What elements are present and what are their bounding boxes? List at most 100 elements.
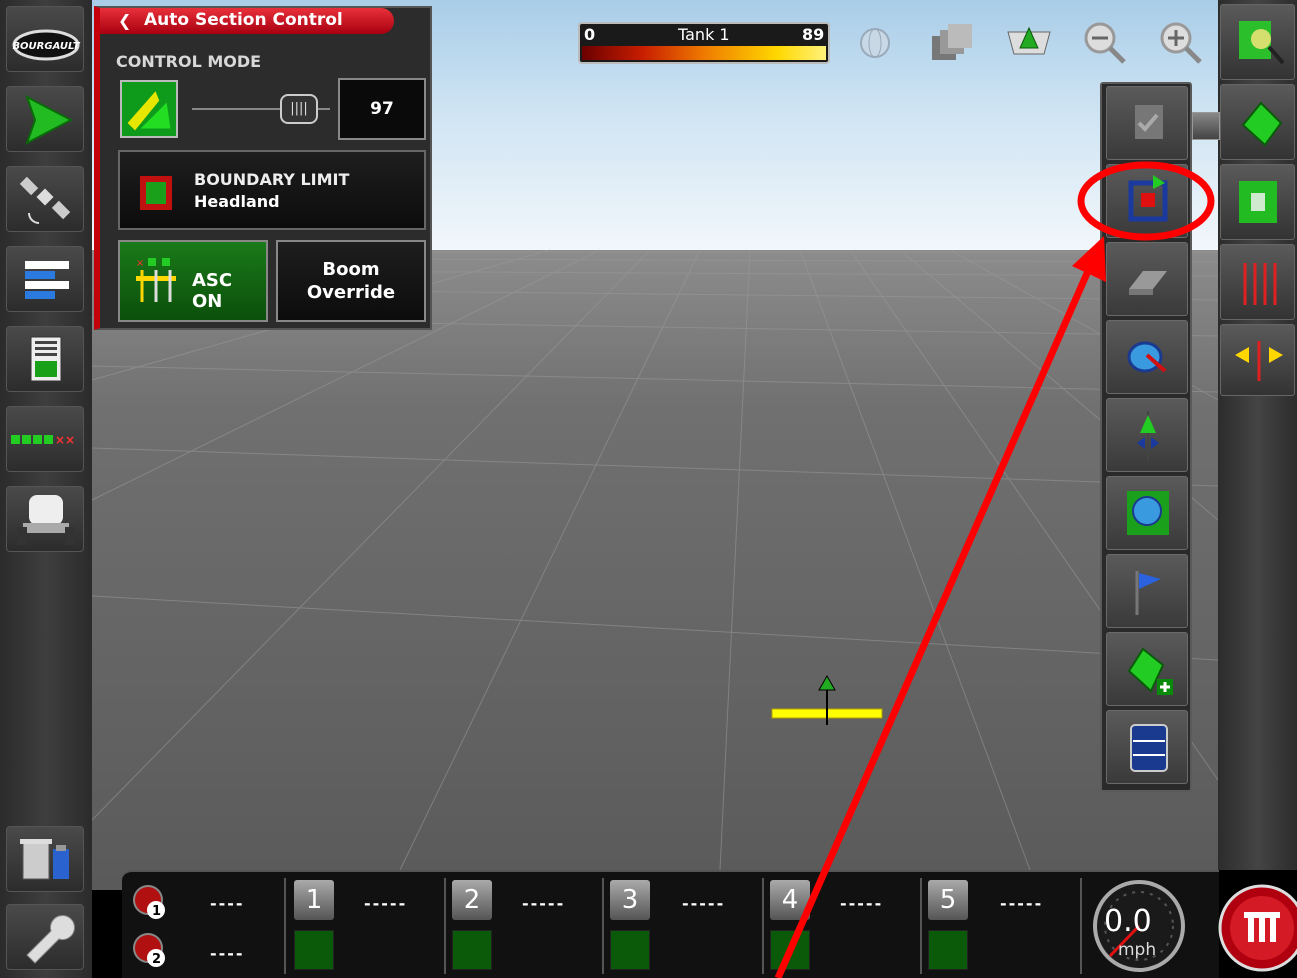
coverage-icon xyxy=(1127,491,1169,535)
scroll-menu-icon xyxy=(1130,724,1168,772)
product-5-rate: ----- xyxy=(1000,894,1044,913)
guideline-marker-button[interactable] xyxy=(1106,398,1188,472)
section-divider xyxy=(602,878,604,974)
svg-text:BOURGAULT: BOURGAULT xyxy=(12,41,80,52)
tank-max: 89 xyxy=(802,25,825,44)
task-report-icon xyxy=(30,336,62,382)
product-4-tag[interactable]: 4 xyxy=(770,880,810,920)
product-5-tag[interactable]: 5 xyxy=(928,880,968,920)
product-2-rate: ----- xyxy=(522,894,566,913)
product-4-section-indicator xyxy=(770,930,810,970)
section-status-icon: ×× xyxy=(11,433,75,447)
erase-button[interactable] xyxy=(1106,242,1188,316)
headland-icon xyxy=(1239,181,1277,223)
guideline-marker-icon xyxy=(1137,411,1159,461)
guidance-icon xyxy=(25,94,74,146)
apply-confirm-icon xyxy=(1135,105,1163,139)
product-2-tag[interactable]: 2 xyxy=(452,880,492,920)
field-boundary-icon xyxy=(1241,101,1283,147)
section-divider xyxy=(284,878,286,974)
boundary-record-button[interactable] xyxy=(1106,164,1188,238)
submenu-connector xyxy=(1192,112,1220,140)
section-config-button[interactable] xyxy=(6,246,84,312)
master-switch-button[interactable] xyxy=(1218,878,1297,978)
control-mode-label: CONTROL MODE xyxy=(116,52,262,71)
gnss-button[interactable] xyxy=(6,166,84,232)
zoom-in-button[interactable] xyxy=(1152,14,1210,72)
headland-button[interactable] xyxy=(1220,164,1295,240)
layers-icon xyxy=(932,24,972,60)
product-1-tag[interactable]: 1 xyxy=(294,880,334,920)
section-config-icon xyxy=(25,261,69,299)
product-3-tag[interactable]: 3 xyxy=(610,880,650,920)
coverage-button[interactable] xyxy=(1106,476,1188,550)
delete-data-button[interactable] xyxy=(6,826,84,892)
control-mode-value[interactable]: 97 xyxy=(338,78,426,140)
asc-on-button[interactable]: × ASC ON xyxy=(118,240,268,322)
field-explorer-button[interactable] xyxy=(1220,4,1295,80)
add-field-icon xyxy=(1127,647,1173,695)
channel-1-icon[interactable]: 1 xyxy=(130,882,170,922)
view-3d-button[interactable] xyxy=(1000,14,1058,72)
speed-value: 0.0 xyxy=(1104,904,1152,939)
gnss-satellite-icon xyxy=(19,176,71,224)
boundary-limit-title: BOUNDARY LIMIT xyxy=(194,170,350,189)
layers-button[interactable] xyxy=(922,14,980,72)
view-3d-icon xyxy=(1007,26,1051,55)
product-5-section-indicator xyxy=(928,930,968,970)
left-toolbar: BOURGAULT ×× xyxy=(0,0,92,978)
settings-button[interactable] xyxy=(6,904,84,970)
bottom-status-bar: 1 2 ---- ---- 1 ----- 2 ----- 3 ----- 4 … xyxy=(122,870,1219,978)
control-mode-slider-thumb[interactable]: |||| xyxy=(280,94,318,124)
svg-text:×: × xyxy=(136,258,144,269)
add-field-button[interactable] xyxy=(1106,632,1188,706)
tank-level-gauge[interactable]: 0 Tank 1 89 xyxy=(578,22,830,64)
back-arrow-icon[interactable]: ❮ xyxy=(118,11,131,30)
right-toolbar xyxy=(1218,0,1297,870)
channel-1-rate: ---- xyxy=(210,894,245,913)
gps-globe-icon xyxy=(860,28,890,58)
section-divider xyxy=(1080,878,1082,974)
apply-confirm-button[interactable] xyxy=(1106,86,1188,160)
asc-sections-icon: × xyxy=(136,258,176,302)
zoom-out-button[interactable] xyxy=(1076,14,1134,72)
product-3-rate: ----- xyxy=(682,894,726,913)
task-report-button[interactable] xyxy=(6,326,84,392)
delete-data-icon xyxy=(20,839,69,880)
zoom-in-icon xyxy=(1160,22,1202,64)
channel-2-icon[interactable]: 2 xyxy=(130,930,170,970)
product-1-section-indicator xyxy=(294,930,334,970)
tank-min: 0 xyxy=(584,25,596,44)
asc-on-label: ASC ON xyxy=(192,270,233,312)
flag-marker-icon xyxy=(1135,571,1161,615)
boundary-limit-icon xyxy=(140,176,172,210)
product-3-section-indicator xyxy=(610,930,650,970)
svg-text:1: 1 xyxy=(152,904,161,919)
boom-override-label: Boom Override xyxy=(306,259,396,303)
field-submenu xyxy=(1100,82,1192,792)
guideline-button[interactable] xyxy=(1220,244,1295,320)
zoom-out-icon xyxy=(1084,22,1126,64)
gps-globe-button[interactable] xyxy=(846,14,904,72)
tank-level-bar xyxy=(582,46,826,60)
guideline-icon xyxy=(1243,263,1277,305)
implement-button[interactable] xyxy=(6,486,84,552)
boundary-drive-icon xyxy=(1127,341,1167,373)
svg-text:××: ×× xyxy=(55,433,75,447)
boundary-record-icon xyxy=(1128,175,1168,222)
boundary-drive-button[interactable] xyxy=(1106,320,1188,394)
erase-icon xyxy=(1129,271,1167,295)
flag-marker-button[interactable] xyxy=(1106,554,1188,628)
field-boundary-button[interactable] xyxy=(1220,84,1295,160)
asc-header[interactable]: ❮ Auto Section Control xyxy=(100,8,394,34)
control-mode-icon[interactable] xyxy=(120,80,178,138)
boundary-limit-value: Headland xyxy=(194,192,280,211)
guidance-button[interactable] xyxy=(6,86,84,152)
section-status-button[interactable]: ×× xyxy=(6,406,84,472)
steering-nudge-button[interactable] xyxy=(1220,324,1295,396)
boom-override-button[interactable]: Boom Override xyxy=(276,240,426,322)
speed-unit: mph xyxy=(1118,940,1157,960)
boundary-limit-button[interactable]: BOUNDARY LIMIT Headland xyxy=(118,150,426,230)
scroll-menu-button[interactable] xyxy=(1106,710,1188,784)
product-4-rate: ----- xyxy=(840,894,884,913)
